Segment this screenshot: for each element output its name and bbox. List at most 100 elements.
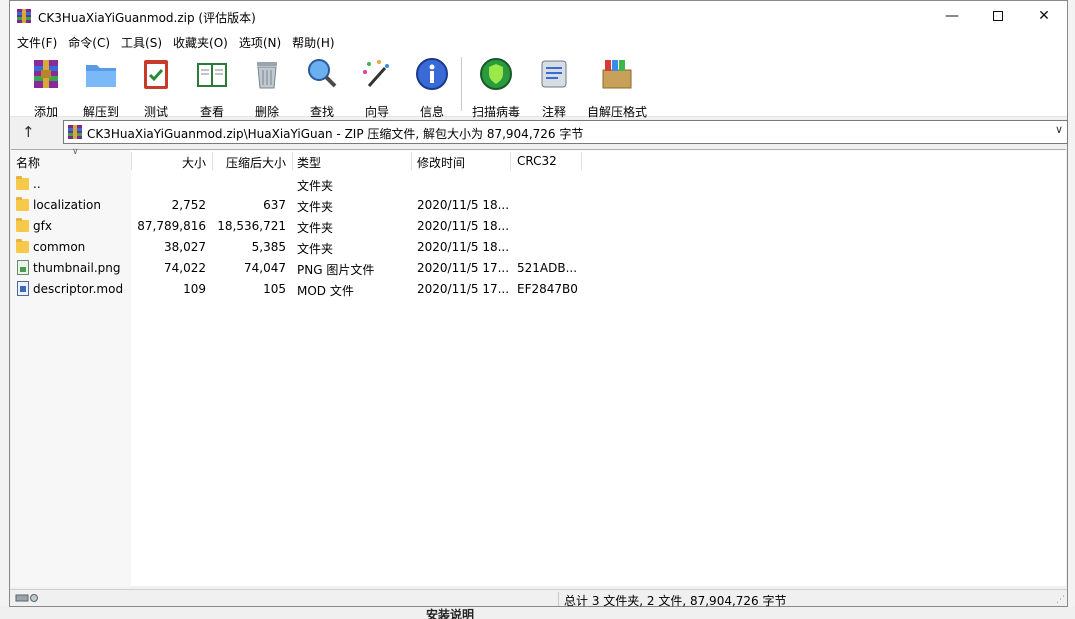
comment-button[interactable]: 注释 bbox=[526, 56, 582, 119]
folder-icon bbox=[16, 176, 29, 190]
toolbar-separator bbox=[461, 57, 462, 111]
menu-favorites[interactable]: 收藏夹(O) bbox=[169, 31, 232, 52]
mod-file-icon bbox=[17, 281, 29, 296]
file-modified: 2020/11/5 18... bbox=[417, 240, 510, 254]
column-header-packed[interactable]: 压缩后大小 bbox=[213, 150, 286, 172]
file-modified: 2020/11/5 17... bbox=[417, 282, 510, 296]
column-name-label: 名称 bbox=[16, 156, 41, 170]
file-packed-size: 74,047 bbox=[244, 261, 286, 275]
column-header-type[interactable]: 类型 bbox=[297, 150, 407, 172]
file-crc: EF2847B0 bbox=[517, 282, 578, 296]
sfx-button[interactable]: 自解压格式 bbox=[582, 56, 652, 119]
resize-grip-icon[interactable]: ⋰ bbox=[1056, 595, 1065, 605]
file-type: MOD 文件 bbox=[297, 284, 354, 298]
column-header-crc[interactable]: CRC32 bbox=[517, 150, 577, 172]
menu-help[interactable]: 帮助(H) bbox=[288, 31, 338, 52]
table-row[interactable]: descriptor.mod 109 105 MOD 文件 2020/11/5 … bbox=[11, 279, 611, 300]
add-button[interactable]: 添加 bbox=[18, 56, 74, 119]
file-type: 文件夹 bbox=[297, 221, 334, 235]
maximize-button[interactable] bbox=[975, 1, 1021, 31]
table-row[interactable]: .. 文件夹 bbox=[11, 174, 611, 195]
file-size: 2,752 bbox=[171, 198, 206, 212]
winrar-window: CK3HuaXiaYiGuanmod.zip (评估版本) — ✕ 文件(F) … bbox=[9, 0, 1068, 608]
menu-tools[interactable]: 工具(S) bbox=[117, 31, 166, 52]
comment-icon bbox=[541, 60, 567, 88]
close-button[interactable]: ✕ bbox=[1021, 1, 1067, 31]
column-header-modified[interactable]: 修改时间 bbox=[417, 150, 507, 172]
column-header-size[interactable]: 大小 bbox=[132, 150, 206, 172]
file-size: 87,789,816 bbox=[137, 219, 206, 233]
find-button[interactable]: 查找 bbox=[294, 56, 350, 119]
status-summary: 总计 3 文件夹, 2 文件, 87,904,726 字节 bbox=[564, 594, 787, 608]
up-arrow-icon[interactable]: ↑ bbox=[22, 123, 35, 141]
file-type: 文件夹 bbox=[297, 179, 334, 193]
add-archive-icon bbox=[34, 60, 58, 88]
file-name: localization bbox=[33, 198, 101, 212]
winrar-app-icon bbox=[17, 9, 31, 23]
file-crc: 521ADB... bbox=[517, 261, 578, 275]
title-bar[interactable]: CK3HuaXiaYiGuanmod.zip (评估版本) — ✕ bbox=[10, 1, 1067, 31]
column-separator[interactable] bbox=[581, 152, 582, 170]
file-name: thumbnail.png bbox=[33, 261, 121, 275]
table-row[interactable]: gfx 87,789,816 18,536,721 文件夹 2020/11/5 … bbox=[11, 216, 611, 237]
file-type: PNG 图片文件 bbox=[297, 263, 375, 277]
table-row[interactable]: common 38,027 5,385 文件夹 2020/11/5 18... bbox=[11, 237, 611, 258]
column-separator[interactable] bbox=[510, 152, 511, 170]
close-icon: ✕ bbox=[1038, 8, 1050, 24]
wizard-button[interactable]: 向导 bbox=[349, 56, 405, 119]
file-list[interactable]: 名称 ∨ 大小 压缩后大小 类型 修改时间 CRC32 .. 文件夹 local… bbox=[11, 147, 1066, 587]
column-header-name[interactable]: 名称 ∨ bbox=[16, 147, 131, 172]
file-size: 74,022 bbox=[164, 261, 206, 275]
virus-scan-button[interactable]: 扫描病毒 bbox=[468, 56, 524, 119]
archive-icon bbox=[68, 125, 82, 139]
status-separator bbox=[558, 592, 559, 606]
background-window-text: 安装说明 bbox=[426, 608, 475, 619]
extract-to-button[interactable]: 解压到 bbox=[73, 56, 129, 119]
address-path: CK3HuaXiaYiGuanmod.zip\HuaXiaYiGuan - ZI… bbox=[87, 127, 584, 141]
file-size: 38,027 bbox=[164, 240, 206, 254]
file-packed-size: 5,385 bbox=[251, 240, 286, 254]
sfx-box-icon bbox=[602, 60, 632, 89]
file-modified: 2020/11/5 17... bbox=[417, 261, 510, 275]
folder-icon bbox=[16, 239, 29, 253]
sort-chevron-icon: ∨ bbox=[72, 147, 79, 157]
wizard-wand-icon bbox=[363, 60, 389, 87]
file-name: descriptor.mod bbox=[33, 282, 124, 296]
test-button[interactable]: 测试 bbox=[128, 56, 184, 119]
toolbar: 添加 解压到 测试 查看 删除 查找 向导 信息 扫描病毒 注释 自解压格式 bbox=[10, 52, 1067, 119]
trash-bin-icon bbox=[257, 62, 277, 89]
menu-file[interactable]: 文件(F) bbox=[13, 31, 61, 52]
file-type: 文件夹 bbox=[297, 242, 334, 256]
file-name: .. bbox=[33, 177, 41, 191]
maximize-icon bbox=[993, 11, 1003, 21]
png-file-icon bbox=[17, 260, 29, 275]
file-packed-size: 105 bbox=[263, 282, 286, 296]
drive-icon[interactable] bbox=[15, 593, 41, 603]
magnifier-icon bbox=[308, 59, 337, 88]
test-clipboard-icon bbox=[144, 60, 168, 89]
address-bar[interactable]: CK3HuaXiaYiGuanmod.zip\HuaXiaYiGuan - ZI… bbox=[63, 120, 1068, 144]
file-type: 文件夹 bbox=[297, 200, 334, 214]
menu-commands[interactable]: 命令(C) bbox=[64, 31, 114, 52]
file-packed-size: 637 bbox=[263, 198, 286, 212]
virus-scan-icon bbox=[480, 58, 512, 90]
delete-button[interactable]: 删除 bbox=[239, 56, 295, 119]
view-book-icon bbox=[197, 63, 227, 87]
column-separator[interactable] bbox=[411, 152, 412, 170]
chevron-down-icon[interactable]: ∨ bbox=[1055, 123, 1063, 136]
menu-options[interactable]: 选项(N) bbox=[235, 31, 285, 52]
file-name: gfx bbox=[33, 219, 52, 233]
folder-icon bbox=[16, 218, 29, 232]
table-row[interactable]: localization 2,752 637 文件夹 2020/11/5 18.… bbox=[11, 195, 611, 216]
window-title: CK3HuaXiaYiGuanmod.zip (评估版本) bbox=[38, 11, 256, 25]
minimize-button[interactable]: — bbox=[929, 1, 975, 31]
table-row[interactable]: thumbnail.png 74,022 74,047 PNG 图片文件 202… bbox=[11, 258, 611, 279]
view-button[interactable]: 查看 bbox=[184, 56, 240, 119]
status-bar: 总计 3 文件夹, 2 文件, 87,904,726 字节 ⋰ bbox=[10, 589, 1067, 608]
file-name: common bbox=[33, 240, 86, 254]
address-row: ↑ CK3HuaXiaYiGuanmod.zip\HuaXiaYiGuan - … bbox=[10, 118, 1068, 147]
info-icon bbox=[416, 58, 448, 90]
menu-bar: 文件(F) 命令(C) 工具(S) 收藏夹(O) 选项(N) 帮助(H) bbox=[10, 31, 1067, 52]
column-separator[interactable] bbox=[292, 152, 293, 170]
info-button[interactable]: 信息 bbox=[404, 56, 460, 119]
